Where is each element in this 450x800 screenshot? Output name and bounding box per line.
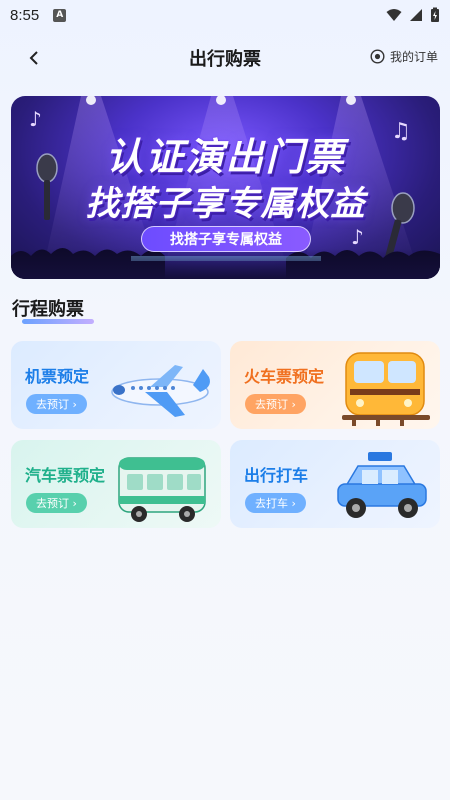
wifi-icon: [386, 9, 402, 21]
chevron-left-icon: [29, 51, 38, 65]
signal-icon: [410, 9, 422, 21]
taxi-icon: [337, 452, 427, 518]
train-booking-card[interactable]: 火车票预定 去预订 ›: [230, 341, 440, 429]
nav-bar: 出行购票 我的订单: [0, 38, 450, 78]
status-time: 8:55: [10, 6, 40, 24]
bus-book-button[interactable]: 去预订 ›: [26, 493, 87, 513]
flight-booking-card[interactable]: 机票预定 去预订 ›: [11, 341, 221, 429]
bus-booking-card[interactable]: 汽车票预定 去预订 ›: [11, 440, 221, 528]
status-icons: [386, 7, 440, 23]
stage-floor: [11, 249, 440, 279]
back-button[interactable]: [22, 46, 46, 70]
train-book-button[interactable]: 去预订 ›: [245, 394, 306, 414]
taxi-card[interactable]: 出行打车 去打车 ›: [230, 440, 440, 528]
app-notification-icon: A: [53, 8, 67, 22]
status-bar: 8:55 A: [0, 0, 450, 30]
my-orders-label: 我的订单: [389, 50, 438, 64]
svg-text:♪: ♪: [351, 225, 364, 249]
train-card-title: 火车票预定: [244, 367, 325, 386]
train-icon: [342, 352, 430, 426]
page-title: 出行购票: [189, 49, 261, 70]
banner-subheadline: 找搭子享专属权益: [85, 184, 366, 224]
promo-banner[interactable]: ♪ ♫ ♪ ♫ 认证演出门票 找搭子享专属权益 找搭子享专属权益: [11, 96, 440, 279]
banner-headline: 认证演出门票: [105, 135, 346, 179]
battery-icon: [431, 7, 439, 22]
flight-card-title: 机票预定: [25, 367, 90, 386]
order-circle-icon: [370, 49, 385, 64]
airplane-icon: [111, 365, 210, 417]
taxi-ride-button[interactable]: 去打车 ›: [245, 493, 306, 513]
bus-icon: [118, 457, 206, 522]
flight-book-button[interactable]: 去预订 ›: [26, 394, 87, 414]
my-orders-link[interactable]: 我的订单: [370, 48, 438, 65]
taxi-card-title: 出行打车: [244, 466, 309, 485]
section-title: 行程购票: [12, 299, 84, 320]
bus-card-title: 汽车票预定: [25, 466, 106, 485]
banner-pill-button[interactable]: 找搭子享专属权益: [141, 226, 311, 252]
